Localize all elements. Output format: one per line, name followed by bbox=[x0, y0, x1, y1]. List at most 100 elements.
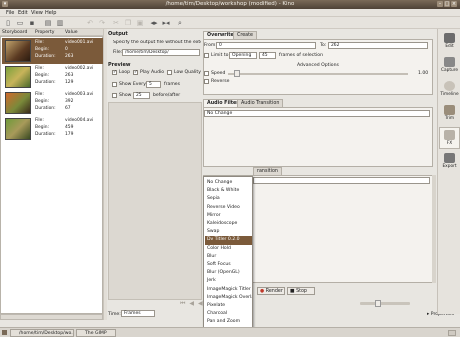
show-every-checkbox[interactable] bbox=[112, 82, 117, 87]
join-scenes-icon[interactable]: ▸◂ bbox=[162, 19, 170, 27]
show-checkbox[interactable] bbox=[112, 93, 117, 98]
prop-file-label: File: bbox=[35, 66, 44, 71]
menu-edit[interactable]: Edit bbox=[18, 10, 28, 16]
zoom-icon[interactable]: ⌕ bbox=[176, 19, 184, 27]
scene-thumbnail bbox=[5, 66, 31, 88]
sidebar-item-trim[interactable]: Trim bbox=[439, 103, 460, 125]
tab-video-transition[interactable]: ransition bbox=[253, 167, 282, 175]
limit-mode-select[interactable]: Opening bbox=[229, 52, 257, 59]
column-storyboard[interactable]: Storyboard bbox=[0, 29, 33, 36]
video-transition-select[interactable] bbox=[253, 177, 430, 184]
scene-thumbnail bbox=[5, 118, 31, 140]
speed-checkbox[interactable] bbox=[204, 71, 209, 76]
window-menu-icon[interactable]: ▾ bbox=[2, 1, 8, 7]
taskbar-item-gimp[interactable]: The GIMP bbox=[76, 329, 116, 337]
panel-scrollbar[interactable] bbox=[432, 175, 436, 283]
sidebar-item-edit[interactable]: Edit bbox=[439, 31, 460, 53]
to-spinner[interactable]: 262 bbox=[328, 42, 428, 49]
frames-label: frames bbox=[164, 82, 181, 87]
dropdown-item[interactable]: No Change bbox=[205, 179, 252, 187]
filter-dropdown-list[interactable]: No Change Black & White Sepia Reverse Vi… bbox=[203, 176, 253, 334]
show-spinner[interactable]: 25 bbox=[133, 92, 150, 99]
dropdown-item[interactable]: ImageMagick Titler bbox=[205, 286, 252, 294]
pane-splitter[interactable] bbox=[103, 29, 107, 320]
file-value: video003.avi bbox=[65, 92, 94, 97]
dropdown-item[interactable]: Reverse Video bbox=[205, 204, 252, 212]
dropdown-item[interactable]: Blur bbox=[205, 253, 252, 261]
loop-checkbox[interactable]: ✓ bbox=[112, 70, 117, 75]
tab-audio-transition[interactable]: Audio Transition bbox=[237, 99, 284, 107]
preview-header: Preview bbox=[108, 62, 131, 68]
dropdown-item[interactable]: Swap bbox=[205, 228, 252, 236]
dropdown-item[interactable]: Sepia bbox=[205, 195, 252, 203]
menu-view[interactable]: View bbox=[31, 10, 43, 16]
limit-checkbox[interactable] bbox=[204, 53, 209, 58]
dropdown-item[interactable]: Mirror bbox=[205, 212, 252, 220]
zoom-slider-handle[interactable] bbox=[375, 300, 381, 307]
render-button[interactable]: ● Render bbox=[257, 287, 285, 295]
storyboard-row[interactable]: File: Begin: Duration: video001.avi 0 26… bbox=[2, 38, 103, 64]
dropdown-item[interactable]: Charcoal bbox=[205, 310, 252, 318]
sidebar-item-timeline[interactable]: Timeline bbox=[439, 79, 460, 101]
dropdown-item[interactable]: Soft Focus bbox=[205, 261, 252, 269]
column-property[interactable]: Property bbox=[33, 29, 63, 36]
menu-help[interactable]: Help bbox=[45, 10, 56, 16]
storyboard-hscrollbar[interactable] bbox=[0, 314, 103, 320]
sidebar-item-capture[interactable]: Capture bbox=[439, 55, 460, 77]
column-value[interactable]: Value bbox=[63, 29, 103, 36]
taskbar-item-kino[interactable]: /home/tim/Desktop/wo... bbox=[10, 329, 74, 337]
speed-slider-handle[interactable] bbox=[234, 70, 240, 77]
audio-filter-select[interactable]: No Change bbox=[204, 110, 430, 117]
dropdown-item[interactable]: Blur (OpenGL) bbox=[205, 269, 252, 277]
open-folder-icon[interactable]: ▭ bbox=[16, 19, 24, 27]
sidebar-item-export[interactable]: Export bbox=[439, 151, 460, 173]
dropdown-item[interactable]: ImageMagick Overlay bbox=[205, 294, 252, 302]
time-format-select[interactable]: Frames bbox=[121, 310, 155, 317]
new-file-icon[interactable]: ▯ bbox=[4, 19, 12, 27]
reverse-label: Reverse bbox=[211, 79, 230, 84]
storyboard-row[interactable]: File: Begin: Duration: video003.avi 392 … bbox=[2, 90, 103, 116]
speed-slider[interactable] bbox=[228, 73, 408, 75]
preview-area bbox=[108, 102, 202, 300]
sidebar-item-fx[interactable]: FX bbox=[439, 127, 460, 149]
stop-button[interactable]: ■ Stop bbox=[287, 287, 315, 295]
limit-spinner[interactable]: 45 bbox=[259, 52, 276, 59]
copy-icon[interactable]: ❐ bbox=[124, 19, 132, 27]
dropdown-item[interactable]: Pixelate bbox=[205, 302, 252, 310]
scene-thumbnail bbox=[5, 40, 31, 62]
show-every-spinner[interactable]: 5 bbox=[146, 81, 161, 88]
zoom-slider[interactable] bbox=[360, 302, 410, 305]
duration-value: 179 bbox=[65, 132, 74, 137]
insert-before-icon[interactable]: ▤ bbox=[44, 19, 52, 27]
reverse-checkbox[interactable] bbox=[204, 79, 209, 84]
fx-icon bbox=[444, 130, 455, 140]
low-quality-checkbox[interactable] bbox=[167, 70, 172, 75]
play-audio-checkbox[interactable]: ✓ bbox=[133, 70, 138, 75]
save-icon[interactable]: ▪ bbox=[28, 19, 36, 27]
paste-icon[interactable]: ▣ bbox=[136, 19, 144, 27]
show-desktop-icon[interactable] bbox=[2, 330, 7, 335]
dropdown-item[interactable]: Jerk bbox=[205, 277, 252, 285]
from-spinner[interactable]: 0 bbox=[216, 42, 316, 49]
tab-create[interactable]: Create bbox=[233, 31, 257, 39]
append-icon[interactable]: ▥ bbox=[56, 19, 64, 27]
output-file-field[interactable]: /home/tim/Desktop/ bbox=[122, 49, 200, 56]
dropdown-item[interactable]: Black & White bbox=[205, 187, 252, 195]
storyboard-list[interactable]: File: Begin: Duration: video001.avi 0 26… bbox=[0, 36, 103, 314]
dropdown-item[interactable]: Pan and Zoom bbox=[205, 318, 252, 326]
sidebar-item-label: FX bbox=[446, 141, 453, 146]
dropdown-item-selected[interactable]: Dv Titler 0.2.0 bbox=[205, 236, 252, 245]
dropdown-item[interactable]: Kaleidoscope bbox=[205, 220, 252, 228]
cut-icon[interactable]: ✂ bbox=[112, 19, 120, 27]
dropdown-item[interactable]: Color Hold bbox=[205, 245, 252, 253]
maximize-icon[interactable]: □ bbox=[444, 1, 450, 7]
storyboard-row[interactable]: File: Begin: Duration: video004.avi 459 … bbox=[2, 116, 103, 142]
redo-icon[interactable]: ↷ bbox=[98, 19, 106, 27]
close-icon[interactable]: × bbox=[451, 1, 457, 7]
menu-file[interactable]: File bbox=[6, 10, 14, 16]
workspace-switcher[interactable] bbox=[448, 330, 456, 336]
minimize-icon[interactable]: – bbox=[437, 1, 443, 7]
undo-icon[interactable]: ↶ bbox=[86, 19, 94, 27]
storyboard-row[interactable]: File: Begin: Duration: video002.avi 263 … bbox=[2, 64, 103, 90]
split-scene-icon[interactable]: ◂▸ bbox=[150, 19, 158, 27]
